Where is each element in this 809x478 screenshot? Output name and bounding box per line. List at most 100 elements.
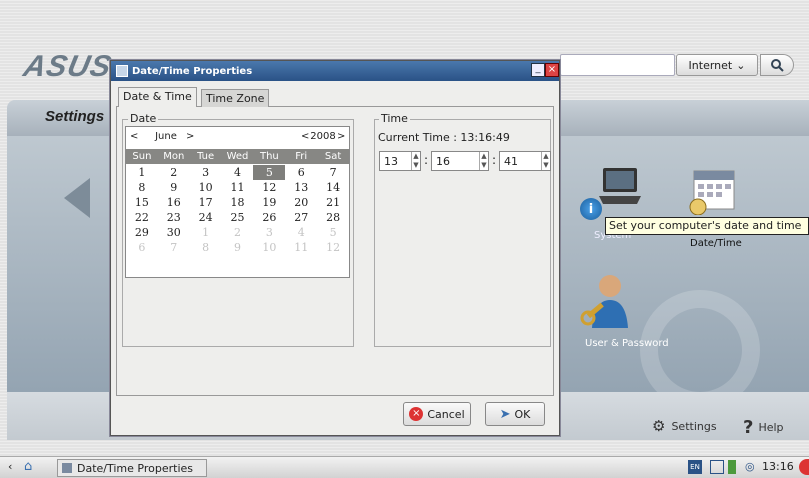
weekday-label: Sun <box>132 151 152 162</box>
battery-icon[interactable] <box>728 460 736 474</box>
search-button[interactable] <box>760 54 794 76</box>
taskbar-item-datetime[interactable]: Date/Time Properties <box>57 459 207 477</box>
calendar-day[interactable]: 10 <box>253 240 285 255</box>
calendar-day[interactable]: 15 <box>126 195 158 210</box>
spinner-arrows-icon[interactable]: ▲ ▼ <box>411 152 420 170</box>
calendar-day[interactable]: 14 <box>317 180 349 195</box>
minimize-button[interactable]: _ <box>531 63 545 77</box>
calendar-week: 22 23 24 25 26 27 28 <box>126 210 349 225</box>
user-key-icon[interactable] <box>580 272 636 332</box>
calendar-day[interactable]: 7 <box>158 240 190 255</box>
close-button[interactable]: × <box>545 63 559 77</box>
taskbar-scroll-left-icon[interactable]: ‹ <box>8 460 12 473</box>
calendar-day[interactable]: 2 <box>222 225 254 240</box>
calendar-day[interactable]: 3 <box>253 225 285 240</box>
calendar-day[interactable]: 12 <box>317 240 349 255</box>
calendar-week: 6 7 8 9 10 11 12 <box>126 240 349 255</box>
tab-time-zone[interactable]: Time Zone <box>201 89 270 107</box>
calendar-day[interactable]: 22 <box>126 210 158 225</box>
search-input[interactable] <box>560 54 675 76</box>
time-legend: Time <box>379 112 410 125</box>
tab-date-time[interactable]: Date & Time <box>118 87 197 107</box>
calendar-day[interactable]: 16 <box>158 195 190 210</box>
calendar: < June > < 2008 > Sun Mon Tue Wed Thu Fri Sat … <box>125 126 350 278</box>
prev-year-button[interactable]: < <box>301 131 309 142</box>
calendar-day[interactable]: 26 <box>253 210 285 225</box>
volume-icon[interactable]: ◎ <box>745 460 759 474</box>
weekday-label: Sat <box>324 151 342 162</box>
next-year-button[interactable]: > <box>337 131 345 142</box>
weekday-label: Tue <box>197 151 215 162</box>
weekday-label: Mon <box>163 151 185 162</box>
calendar-day[interactable]: 3 <box>190 165 222 180</box>
calendar-day[interactable]: 12 <box>253 180 285 195</box>
calendar-day[interactable]: 9 <box>222 240 254 255</box>
calendar-day[interactable]: 2 <box>158 165 190 180</box>
calendar-day[interactable]: 13 <box>285 180 317 195</box>
ok-button[interactable]: ➤ OK <box>485 402 545 426</box>
calendar-day[interactable]: 1 <box>126 165 158 180</box>
network-icon[interactable] <box>710 460 724 474</box>
gear-icon: ⚙ <box>652 417 666 435</box>
minute-spinner[interactable]: 16 ▲ ▼ <box>431 151 489 171</box>
help-link-label: Help <box>758 421 784 434</box>
calendar-day[interactable]: 5 <box>317 225 349 240</box>
search-engine-select[interactable]: Internet ⌄ <box>676 54 758 76</box>
calendar-day[interactable]: 7 <box>317 165 349 180</box>
back-arrow-icon[interactable] <box>64 178 90 218</box>
weekday-label: Thu <box>259 151 279 162</box>
calendar-day[interactable]: 4 <box>222 165 254 180</box>
help-link[interactable]: ? Help <box>743 417 784 438</box>
time-separator: : <box>424 153 429 167</box>
calendar-day[interactable]: 27 <box>285 210 317 225</box>
calendar-day[interactable]: 11 <box>285 240 317 255</box>
datetime-dialog: Date/Time Properties _ × Date & Time Tim… <box>110 60 560 436</box>
calendar-day[interactable]: 18 <box>222 195 254 210</box>
next-month-button[interactable]: > <box>186 131 202 142</box>
year-label: 2008 <box>310 130 336 142</box>
power-icon[interactable] <box>799 459 809 475</box>
calendar-day[interactable]: 5 <box>253 165 286 180</box>
calendar-icon[interactable] <box>688 163 740 215</box>
window-icon <box>116 65 128 77</box>
calendar-day[interactable]: 10 <box>190 180 222 195</box>
calendar-day[interactable]: 4 <box>285 225 317 240</box>
spinner-arrows-icon[interactable]: ▲ ▼ <box>541 152 550 170</box>
calendar-day[interactable]: 9 <box>158 180 190 195</box>
hour-value: 13 <box>384 154 398 168</box>
calendar-week: 15 16 17 18 19 20 21 <box>126 195 349 210</box>
hour-spinner[interactable]: 13 ▲ ▼ <box>379 151 421 171</box>
search-engine-label: Internet <box>688 58 733 72</box>
calendar-day[interactable]: 11 <box>222 180 254 195</box>
chevron-down-icon: ⌄ <box>736 58 746 72</box>
home-icon[interactable]: ⌂ <box>24 459 32 474</box>
calendar-day[interactable]: 24 <box>190 210 222 225</box>
calendar-day[interactable]: 6 <box>285 165 317 180</box>
calendar-day[interactable]: 23 <box>158 210 190 225</box>
calendar-day[interactable]: 17 <box>190 195 222 210</box>
calendar-day[interactable]: 21 <box>317 195 349 210</box>
weekday-header: Sun Mon Tue Wed Thu Fri Sat <box>126 149 349 164</box>
time-separator: : <box>492 153 497 167</box>
cancel-button[interactable]: × Cancel <box>403 402 471 426</box>
calendar-day[interactable]: 29 <box>126 225 158 240</box>
ok-icon: ➤ <box>499 406 511 422</box>
calendar-day[interactable]: 8 <box>126 180 158 195</box>
dialog-titlebar[interactable]: Date/Time Properties <box>111 61 559 81</box>
calendar-day[interactable]: 28 <box>317 210 349 225</box>
settings-link[interactable]: ⚙ Settings <box>652 417 717 435</box>
calendar-day[interactable]: 1 <box>190 225 222 240</box>
calendar-day[interactable]: 8 <box>190 240 222 255</box>
second-spinner[interactable]: 41 ▲ ▼ <box>499 151 551 171</box>
calendar-day[interactable]: 30 <box>158 225 190 240</box>
calendar-day[interactable]: 6 <box>126 240 158 255</box>
language-indicator[interactable]: EN <box>688 460 702 474</box>
calendar-day[interactable]: 19 <box>253 195 285 210</box>
prev-month-button[interactable]: < <box>130 131 146 142</box>
current-time-label: Current Time : 13:16:49 <box>378 131 510 144</box>
calendar-day[interactable]: 25 <box>222 210 254 225</box>
laptop-icon[interactable] <box>595 162 645 212</box>
calendar-day[interactable]: 20 <box>285 195 317 210</box>
calendar-week: 8 9 10 11 12 13 14 <box>126 180 349 195</box>
spinner-arrows-icon[interactable]: ▲ ▼ <box>479 152 488 170</box>
